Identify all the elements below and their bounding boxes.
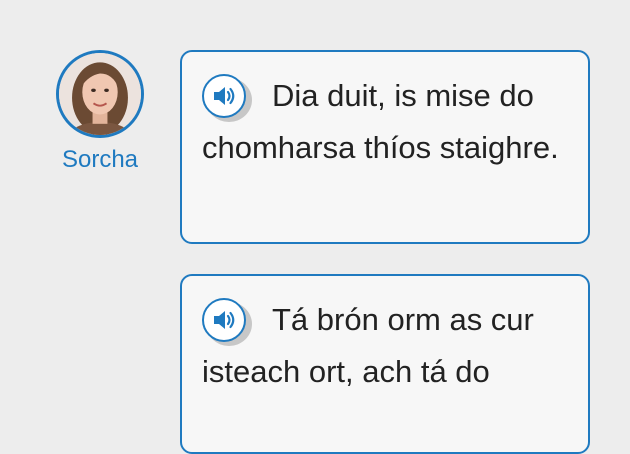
play-audio-button[interactable] — [202, 297, 254, 346]
speaker-name: Sorcha — [61, 146, 139, 173]
dialogue-bubble: Tá brón orm as cur isteach ort, ach tá d… — [180, 274, 590, 454]
play-audio-button[interactable] — [202, 73, 254, 122]
speaker-avatar — [56, 50, 144, 138]
avatar-portrait — [59, 53, 141, 135]
dialogue-bubble: Dia duit, is mise do chomharsa thíos sta… — [180, 50, 590, 244]
speaker-icon — [214, 86, 235, 105]
dialogue-text: Dia duit, is mise do chomharsa thíos sta… — [202, 78, 559, 165]
speaker-icon — [214, 310, 235, 329]
